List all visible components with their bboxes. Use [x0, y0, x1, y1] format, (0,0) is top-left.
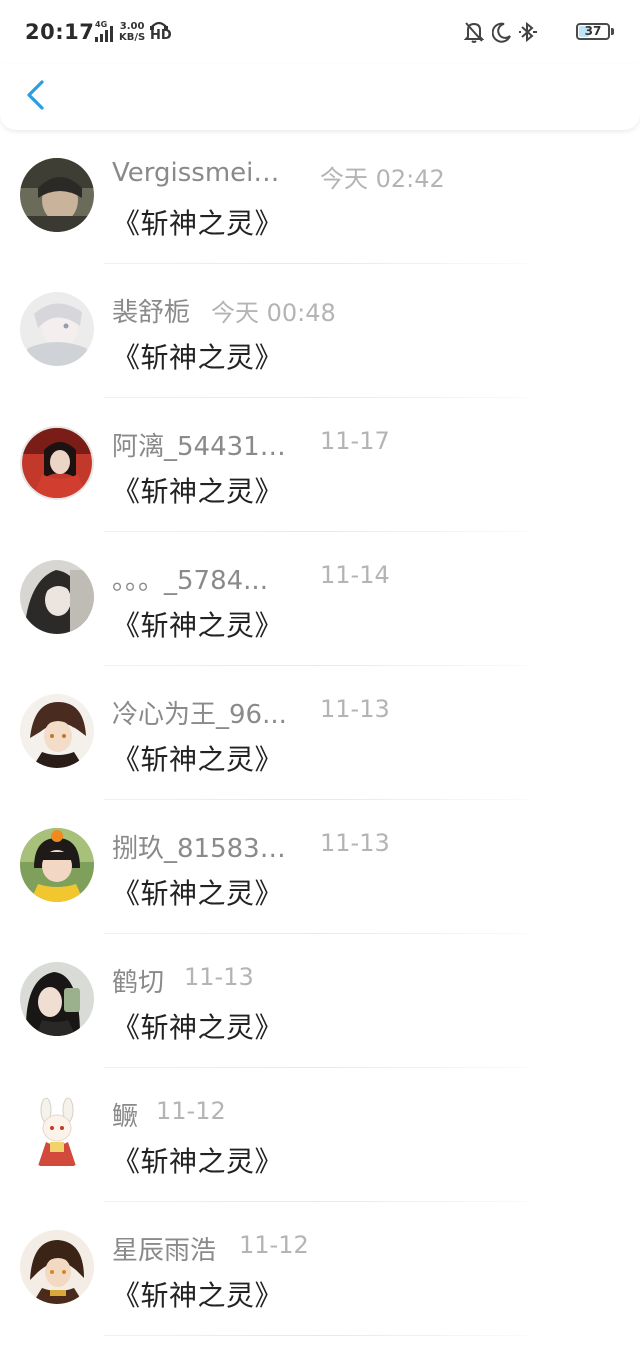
book-title[interactable]: 《斩神之灵》 — [112, 738, 283, 778]
book-title[interactable]: 《斩神之灵》 — [112, 1274, 283, 1314]
list-item[interactable]: 裴舒栀 今天 00:48 《斩神之灵》 — [0, 264, 640, 398]
network-speed: 3.00 KB/S — [119, 21, 145, 43]
avatar[interactable] — [20, 560, 94, 634]
back-button[interactable] — [18, 74, 54, 116]
timestamp: 今天 00:48 — [211, 299, 336, 327]
list-item[interactable]: 冷心为王_96... 11-13 《斩神之灵》 — [0, 666, 640, 800]
avatar[interactable] — [20, 828, 94, 902]
user-name[interactable]: 鳜 — [112, 1096, 142, 1133]
avatar[interactable] — [20, 1096, 94, 1170]
timestamp: 11-14 — [320, 561, 390, 589]
list-item[interactable]: 鹤切 11-13 《斩神之灵》 — [0, 934, 640, 1068]
book-title[interactable]: 《斩神之灵》 — [112, 872, 283, 912]
book-title[interactable]: 《斩神之灵》 — [112, 604, 283, 644]
battery-tip — [611, 28, 614, 35]
list-item[interactable]: 阿漓_544312... 11-17 《斩神之灵》 — [0, 398, 640, 532]
avatar[interactable] — [20, 694, 94, 768]
list-item[interactable]: 星辰雨浩 11-12 《斩神之灵》 — [0, 1202, 640, 1336]
list-item[interactable]: 捌玖_815830... 11-13 《斩神之灵》 — [0, 800, 640, 934]
divider — [104, 1335, 528, 1336]
user-name[interactable]: 阿漓_544312... — [112, 426, 294, 463]
user-name[interactable]: 捌玖_815830... — [112, 828, 294, 865]
mute-bell-icon — [464, 22, 484, 43]
nav-header — [0, 64, 640, 130]
network-speed-value: 3.00 — [119, 21, 145, 32]
timestamp: 11-13 — [320, 829, 390, 857]
book-title[interactable]: 《斩神之灵》 — [112, 1140, 283, 1180]
list-item[interactable]: 鳜 11-12 《斩神之灵》 — [0, 1068, 640, 1202]
user-name[interactable]: 。。。_5784... — [112, 560, 294, 597]
user-name[interactable]: 鹤切 — [112, 962, 172, 999]
user-name[interactable]: 冷心为王_96... — [112, 694, 292, 731]
user-name[interactable]: 星辰雨浩 — [112, 1230, 224, 1267]
timestamp: 今天 02:42 — [320, 165, 445, 193]
cellular-signal-icon: 4G — [92, 20, 118, 42]
avatar[interactable] — [20, 962, 94, 1036]
avatar[interactable] — [20, 292, 94, 366]
book-title[interactable]: 《斩神之灵》 — [112, 1006, 283, 1046]
book-title[interactable]: 《斩神之灵》 — [112, 202, 283, 242]
timestamp: 11-17 — [320, 427, 390, 455]
chevron-left-icon — [27, 80, 44, 110]
avatar[interactable] — [20, 158, 94, 232]
book-title[interactable]: 《斩神之灵》 — [112, 470, 283, 510]
user-name[interactable]: 裴舒栀 — [112, 292, 202, 329]
user-name[interactable]: Vergissmein... — [112, 158, 292, 188]
status-time: 20:17 — [25, 20, 95, 44]
bluetooth-icon — [519, 21, 537, 43]
timestamp: 11-12 — [156, 1097, 226, 1125]
timestamp: 11-13 — [184, 963, 254, 991]
book-title[interactable]: 《斩神之灵》 — [112, 336, 283, 376]
timestamp: 11-13 — [320, 695, 390, 723]
do-not-disturb-moon-icon — [492, 22, 511, 43]
avatar[interactable] — [20, 1230, 94, 1304]
avatar[interactable] — [20, 426, 94, 500]
timestamp: 11-12 — [239, 1231, 309, 1259]
list-item[interactable]: Vergissmein... 今天 02:42 《斩神之灵》 — [0, 130, 640, 264]
hd-label: HD — [150, 28, 172, 43]
battery-icon: 37 — [576, 23, 610, 40]
network-speed-unit: KB/S — [119, 32, 146, 43]
status-bar: 20:17 4G 3.00 KB/S HD 37 — [0, 0, 640, 64]
list-item[interactable]: 。。。_5784... 11-14 《斩神之灵》 — [0, 532, 640, 666]
message-list: Vergissmein... 今天 02:42 《斩神之灵》 裴舒栀 今天 00… — [0, 130, 640, 1336]
battery-percent: 37 — [584, 24, 602, 38]
